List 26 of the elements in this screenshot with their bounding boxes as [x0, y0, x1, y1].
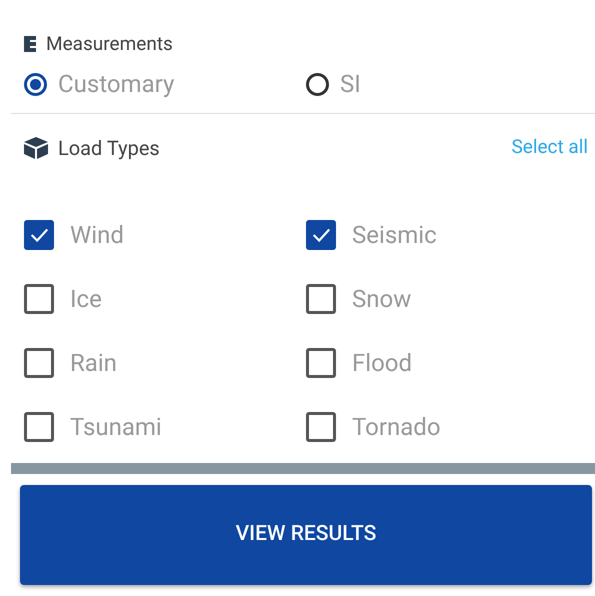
radio-option[interactable]: Customary	[24, 66, 306, 102]
ruler-icon	[24, 36, 36, 52]
checkbox-option[interactable]: Tornado	[306, 395, 595, 459]
checkbox[interactable]	[306, 220, 336, 250]
view-results-button[interactable]: VIEW RESULTS	[20, 485, 592, 585]
checkbox[interactable]	[306, 348, 336, 378]
cube-icon	[24, 136, 48, 158]
checkbox-option[interactable]: Snow	[306, 267, 595, 331]
checkbox[interactable]	[24, 284, 54, 314]
radio-option[interactable]: SI	[306, 66, 588, 102]
select-all-link[interactable]: Select all	[511, 133, 595, 162]
checkbox[interactable]	[24, 220, 54, 250]
section-title: Load Types	[58, 134, 160, 162]
checkbox[interactable]	[24, 412, 54, 442]
checkbox-option[interactable]: Ice	[24, 267, 306, 331]
checkbox-option[interactable]: Rain	[24, 331, 306, 395]
checkbox-option[interactable]: Wind	[24, 203, 306, 267]
radio-icon[interactable]	[306, 72, 329, 96]
checkbox-option[interactable]: Tsunami	[24, 395, 306, 459]
section-title: Measurements	[46, 30, 173, 57]
checkbox-option[interactable]: Seismic	[306, 203, 595, 267]
checkbox-option[interactable]: Flood	[306, 331, 595, 395]
radio-icon[interactable]	[24, 72, 47, 96]
checkbox[interactable]	[24, 348, 54, 378]
checkbox[interactable]	[306, 412, 336, 442]
checkbox[interactable]	[306, 284, 336, 314]
